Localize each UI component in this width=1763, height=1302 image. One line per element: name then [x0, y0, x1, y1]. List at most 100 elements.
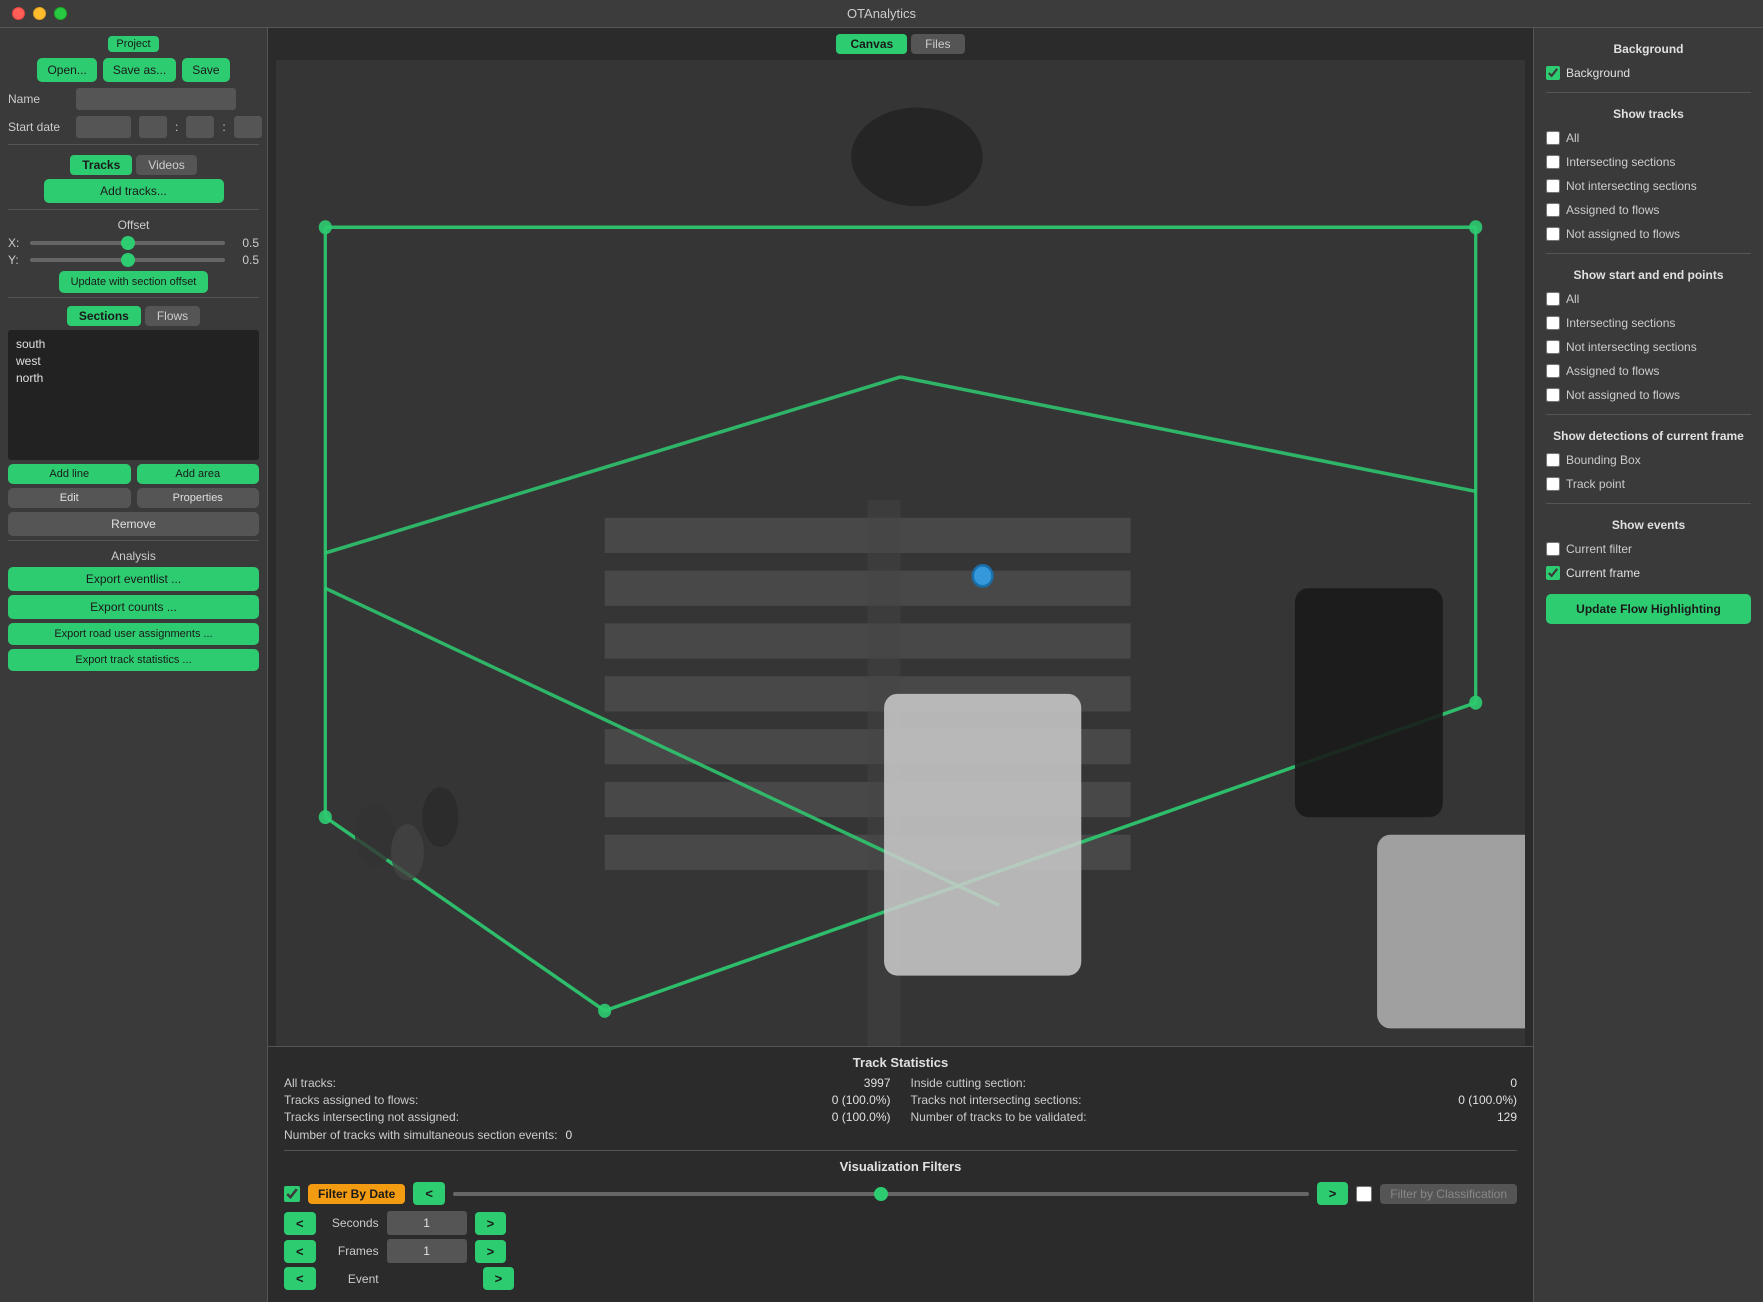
seconds-input[interactable]: 1 — [387, 1211, 467, 1235]
track-stats-title: Track Statistics — [284, 1055, 1517, 1070]
tracks-all-label: All — [1566, 131, 1579, 145]
tracks-not-intersecting-checkbox[interactable] — [1546, 179, 1560, 193]
tracks-not-assigned-label: Not assigned to flows — [1566, 227, 1680, 241]
inside-cutting-value: 0 — [1510, 1076, 1517, 1090]
background-checkbox[interactable] — [1546, 66, 1560, 80]
intersecting-not-assigned-value: 0 (100.0%) — [832, 1110, 891, 1124]
offset-y-value: 0.5 — [231, 253, 259, 267]
assigned-flows-label: Tracks assigned to flows: — [284, 1093, 418, 1107]
tracks-all-checkbox[interactable] — [1546, 131, 1560, 145]
second-input[interactable] — [234, 116, 262, 138]
seconds-next-button[interactable]: > — [475, 1212, 507, 1235]
save-as-button[interactable]: Save as... — [103, 58, 176, 82]
filter-date-slider[interactable] — [453, 1192, 1309, 1196]
tab-flows[interactable]: Flows — [145, 306, 200, 326]
event-prev-button[interactable]: < — [284, 1267, 316, 1290]
update-flow-highlighting-button[interactable]: Update Flow Highlighting — [1546, 594, 1751, 624]
filter-by-date-button[interactable]: Filter By Date — [308, 1184, 405, 1204]
tab-sections[interactable]: Sections — [67, 306, 141, 326]
list-item[interactable]: south — [14, 336, 253, 352]
start-date-row: Start date : : — [8, 116, 259, 138]
tab-tracks[interactable]: Tracks — [70, 155, 132, 175]
tracks-not-assigned-checkbox[interactable] — [1546, 227, 1560, 241]
seconds-prev-button[interactable]: < — [284, 1212, 316, 1235]
points-intersecting-row: Intersecting sections — [1546, 316, 1751, 330]
hour-input[interactable] — [139, 116, 167, 138]
filter-date-next-button[interactable]: > — [1317, 1182, 1349, 1205]
track-point-label: Track point — [1566, 477, 1625, 491]
offset-y-label: Y: — [8, 253, 24, 267]
minute-input[interactable] — [186, 116, 214, 138]
add-line-button[interactable]: Add line — [8, 464, 131, 484]
open-button[interactable]: Open... — [37, 58, 96, 82]
export-track-stats-button[interactable]: Export track statistics ... — [8, 649, 259, 671]
right-panel: Background Background Show tracks All In… — [1533, 28, 1763, 1302]
current-frame-checkbox[interactable] — [1546, 566, 1560, 580]
filter-frames-row: < Frames 1 > — [284, 1239, 1517, 1263]
add-tracks-button[interactable]: Add tracks... — [44, 179, 224, 203]
to-be-validated-label: Number of tracks to be validated: — [911, 1110, 1087, 1124]
points-not-intersecting-checkbox[interactable] — [1546, 340, 1560, 354]
project-tag-row: Project — [8, 36, 259, 52]
edit-buttons-row: Edit Properties — [8, 488, 259, 508]
center-panel: Canvas Files — [268, 28, 1533, 1302]
time-sep1: : — [175, 120, 178, 134]
tracks-not-intersecting-label: Not intersecting sections — [1566, 179, 1697, 193]
offset-y-slider[interactable] — [30, 258, 225, 262]
current-frame-label: Current frame — [1566, 566, 1640, 580]
filter-by-classification-button[interactable]: Filter by Classification — [1380, 1184, 1517, 1204]
export-road-user-button[interactable]: Export road user assignments ... — [8, 623, 259, 645]
add-tracks-row: Add tracks... — [8, 179, 259, 203]
frames-prev-button[interactable]: < — [284, 1240, 316, 1263]
filter-classification-checkbox[interactable] — [1356, 1186, 1372, 1202]
date-input[interactable] — [76, 116, 131, 138]
stat-assigned-flows: Tracks assigned to flows: 0 (100.0%) — [284, 1093, 891, 1107]
bounding-box-checkbox[interactable] — [1546, 453, 1560, 467]
offset-x-slider[interactable] — [30, 241, 225, 245]
maximize-button[interactable] — [54, 7, 67, 20]
current-frame-row: Current frame — [1546, 566, 1751, 580]
points-not-assigned-checkbox[interactable] — [1546, 388, 1560, 402]
points-not-assigned-label: Not assigned to flows — [1566, 388, 1680, 402]
tab-canvas[interactable]: Canvas — [836, 34, 907, 54]
close-button[interactable] — [12, 7, 25, 20]
list-item[interactable]: west — [14, 353, 253, 369]
canvas-overlay-svg — [276, 60, 1525, 1046]
minimize-button[interactable] — [33, 7, 46, 20]
sections-section: Sections Flows south west north Add line… — [8, 302, 259, 541]
remove-button[interactable]: Remove — [8, 512, 259, 536]
current-filter-label: Current filter — [1566, 542, 1632, 556]
frames-next-button[interactable]: > — [475, 1240, 507, 1263]
name-input[interactable] — [76, 88, 236, 110]
tracks-intersecting-checkbox[interactable] — [1546, 155, 1560, 169]
tracks-intersecting-row: Intersecting sections — [1546, 155, 1751, 169]
filter-event-row: < Event > — [284, 1267, 1517, 1290]
tracks-assigned-checkbox[interactable] — [1546, 203, 1560, 217]
track-point-checkbox[interactable] — [1546, 477, 1560, 491]
export-counts-button[interactable]: Export counts ... — [8, 595, 259, 619]
tab-files[interactable]: Files — [911, 34, 964, 54]
titlebar: OTAnalytics — [0, 0, 1763, 28]
edit-button[interactable]: Edit — [8, 488, 131, 508]
list-item[interactable]: north — [14, 370, 253, 386]
add-area-button[interactable]: Add area — [137, 464, 260, 484]
properties-button[interactable]: Properties — [137, 488, 260, 508]
save-button[interactable]: Save — [182, 58, 229, 82]
points-intersecting-checkbox[interactable] — [1546, 316, 1560, 330]
viz-filters-title: Visualization Filters — [284, 1159, 1517, 1174]
simultaneous-value: 0 — [565, 1128, 572, 1142]
current-filter-checkbox[interactable] — [1546, 542, 1560, 556]
points-all-checkbox[interactable] — [1546, 292, 1560, 306]
update-offset-button[interactable]: Update with section offset — [59, 271, 209, 293]
divider-3 — [1546, 414, 1751, 415]
filter-date-prev-button[interactable]: < — [413, 1182, 445, 1205]
export-eventlist-button[interactable]: Export eventlist ... — [8, 567, 259, 591]
filter-date-checkbox[interactable] — [284, 1186, 300, 1202]
event-next-button[interactable]: > — [483, 1267, 515, 1290]
canvas-area — [276, 60, 1525, 1046]
tab-videos[interactable]: Videos — [136, 155, 196, 175]
show-tracks-title: Show tracks — [1546, 107, 1751, 121]
offset-section: Offset X: 0.5 Y: 0.5 Update with section… — [8, 214, 259, 298]
points-assigned-checkbox[interactable] — [1546, 364, 1560, 378]
frames-input[interactable]: 1 — [387, 1239, 467, 1263]
